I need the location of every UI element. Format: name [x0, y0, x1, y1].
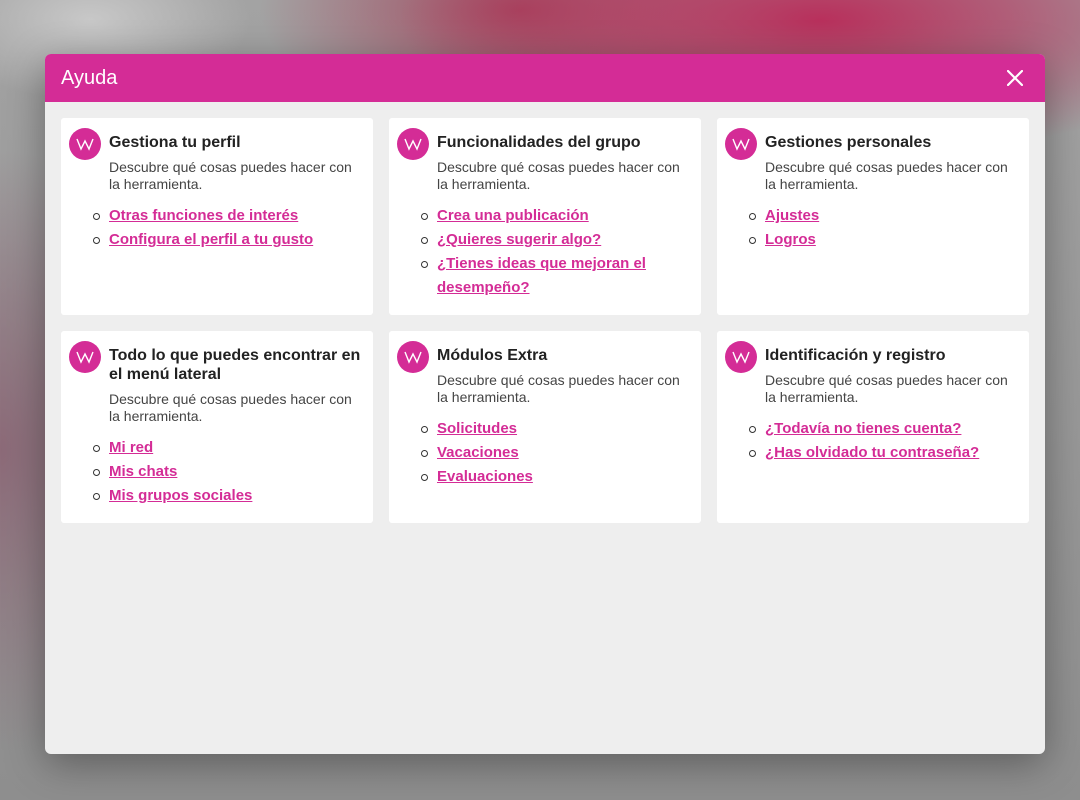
card-title: Módulos Extra — [437, 347, 548, 364]
card-title: Identificación y registro — [765, 347, 946, 364]
help-card-grid: Gestiona tu perfil Descubre qué cosas pu… — [61, 118, 1029, 523]
list-item: ¿Tienes ideas que mejoran el desempeño? — [421, 252, 693, 300]
dialog-header: Ayuda — [45, 54, 1045, 102]
list-item: ¿Quieres sugerir algo? — [421, 228, 693, 252]
card-link-list: Mi red Mis chats Mis grupos sociales — [93, 436, 365, 508]
link-evaluaciones[interactable]: Evaluaciones — [437, 468, 533, 485]
card-link-list: ¿Todavía no tienes cuenta? ¿Has olvidado… — [749, 417, 1021, 465]
help-card-login-register: Identificación y registro Descubre qué c… — [717, 331, 1029, 523]
card-link-list: Otras funciones de interés Configura el … — [93, 204, 365, 252]
help-card-side-menu: Todo lo que puedes encontrar en el menú … — [61, 331, 373, 523]
card-link-list: Ajustes Logros — [749, 204, 1021, 252]
link-mi-red[interactable]: Mi red — [109, 439, 153, 456]
close-button[interactable] — [1001, 64, 1029, 92]
link-olvidado-contrasena[interactable]: ¿Has olvidado tu contraseña? — [765, 444, 979, 461]
list-item: Mis chats — [93, 460, 365, 484]
card-title: Funcionalidades del grupo — [437, 134, 641, 151]
w-logo-icon — [69, 341, 101, 373]
card-description: Descubre qué cosas puedes hacer con la h… — [765, 159, 1008, 192]
w-logo-icon — [397, 341, 429, 373]
list-item: Solicitudes — [421, 417, 693, 441]
link-mis-chats[interactable]: Mis chats — [109, 463, 177, 480]
card-title: Todo lo que puedes encontrar en el menú … — [109, 347, 361, 383]
link-logros[interactable]: Logros — [765, 231, 816, 248]
link-solicitudes[interactable]: Solicitudes — [437, 420, 517, 437]
link-mis-grupos[interactable]: Mis grupos sociales — [109, 487, 252, 504]
list-item: Evaluaciones — [421, 465, 693, 489]
card-link-list: Crea una publicación ¿Quieres sugerir al… — [421, 204, 693, 300]
help-dialog: Ayuda Gestiona tu perfil Descubre qué co… — [45, 54, 1045, 754]
help-card-extra-modules: Módulos Extra Descubre qué cosas puedes … — [389, 331, 701, 523]
link-configura-perfil[interactable]: Configura el perfil a tu gusto — [109, 231, 313, 248]
card-title: Gestiones personales — [765, 134, 932, 151]
card-description: Descubre qué cosas puedes hacer con la h… — [765, 372, 1008, 405]
card-description: Descubre qué cosas puedes hacer con la h… — [109, 391, 352, 424]
w-logo-icon — [725, 341, 757, 373]
list-item: Mis grupos sociales — [93, 484, 365, 508]
card-description: Descubre qué cosas puedes hacer con la h… — [437, 159, 680, 192]
link-ideas-desempeno[interactable]: ¿Tienes ideas que mejoran el desempeño? — [437, 255, 646, 296]
w-logo-icon — [725, 128, 757, 160]
w-logo-icon — [69, 128, 101, 160]
help-card-group-features: Funcionalidades del grupo Descubre qué c… — [389, 118, 701, 315]
help-card-personal: Gestiones personales Descubre qué cosas … — [717, 118, 1029, 315]
help-card-profile: Gestiona tu perfil Descubre qué cosas pu… — [61, 118, 373, 315]
list-item: Logros — [749, 228, 1021, 252]
link-vacaciones[interactable]: Vacaciones — [437, 444, 519, 461]
dialog-title: Ayuda — [61, 66, 118, 89]
list-item: Crea una publicación — [421, 204, 693, 228]
card-title: Gestiona tu perfil — [109, 134, 241, 151]
list-item: Otras funciones de interés — [93, 204, 365, 228]
list-item: Configura el perfil a tu gusto — [93, 228, 365, 252]
link-otras-funciones[interactable]: Otras funciones de interés — [109, 207, 298, 224]
list-item: Mi red — [93, 436, 365, 460]
link-ajustes[interactable]: Ajustes — [765, 207, 819, 224]
card-link-list: Solicitudes Vacaciones Evaluaciones — [421, 417, 693, 489]
list-item: ¿Todavía no tienes cuenta? — [749, 417, 1021, 441]
card-description: Descubre qué cosas puedes hacer con la h… — [437, 372, 680, 405]
link-crea-publicacion[interactable]: Crea una publicación — [437, 207, 589, 224]
card-description: Descubre qué cosas puedes hacer con la h… — [109, 159, 352, 192]
list-item: Ajustes — [749, 204, 1021, 228]
list-item: ¿Has olvidado tu contraseña? — [749, 441, 1021, 465]
link-sugerir-algo[interactable]: ¿Quieres sugerir algo? — [437, 231, 601, 248]
w-logo-icon — [397, 128, 429, 160]
link-no-tienes-cuenta[interactable]: ¿Todavía no tienes cuenta? — [765, 420, 961, 437]
list-item: Vacaciones — [421, 441, 693, 465]
close-icon — [1007, 70, 1023, 86]
